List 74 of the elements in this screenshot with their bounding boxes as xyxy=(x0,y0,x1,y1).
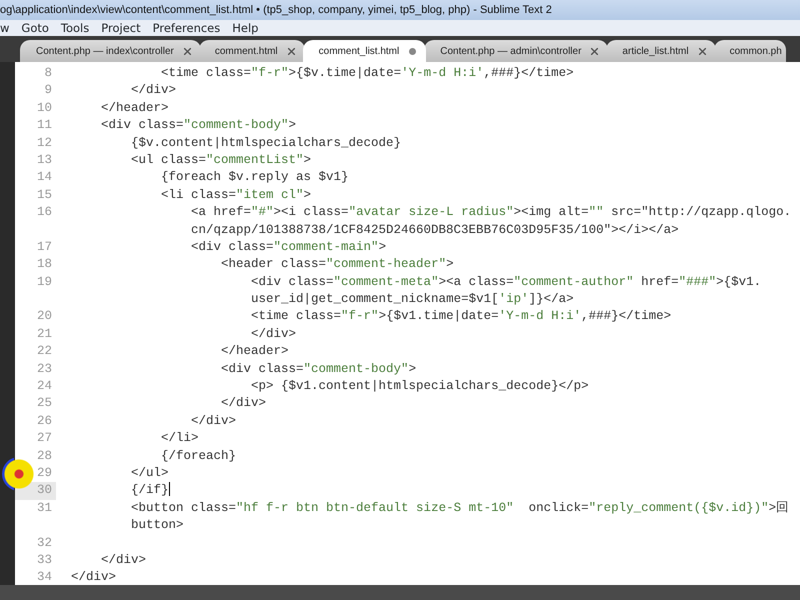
close-icon[interactable] xyxy=(184,45,191,57)
code-line: </header> xyxy=(101,100,169,117)
line-number: 26 xyxy=(36,412,53,430)
line-number: 32 xyxy=(36,534,53,552)
code-line: <li class="item cl"> xyxy=(161,186,312,204)
line-number: 29 xyxy=(36,464,53,482)
menu-item[interactable]: Project xyxy=(101,20,141,36)
code-line: </div> xyxy=(101,552,146,569)
line-number: 28 xyxy=(36,448,53,465)
line-number: 24 xyxy=(36,378,53,396)
line-number: 19 xyxy=(36,274,53,291)
line-number: 33 xyxy=(36,552,53,569)
code-line: </li> xyxy=(161,430,199,448)
line-number: 34 xyxy=(36,569,53,586)
editor-tab[interactable]: Content.php — admin\controller xyxy=(424,40,608,62)
menu-item[interactable]: Help xyxy=(232,20,258,36)
line-number: 21 xyxy=(36,326,53,343)
line-number: 12 xyxy=(36,134,53,152)
code-line: <time class="f-r">{$v1.time|date='Y-m-d H:i',###}</time> xyxy=(251,308,672,326)
line-number: 14 xyxy=(36,169,53,186)
code-line: <div class="comment-main"> xyxy=(191,238,386,256)
line-number: 31 xyxy=(36,500,53,517)
code-line: <button class="hf f-r btn btn-default size-S mt-10" onclick="reply_comment({$v.id})">回 xyxy=(131,500,790,517)
menu-item[interactable]: Goto xyxy=(21,20,49,36)
line-number: 27 xyxy=(36,430,53,448)
line-number: 22 xyxy=(36,343,53,360)
code-line: {$v.content|htmlspecialchars_decode} xyxy=(131,134,402,152)
line-number: 23 xyxy=(36,360,53,378)
close-icon[interactable] xyxy=(591,45,598,57)
code-line: </div> xyxy=(191,412,236,430)
code-line: <div class="comment-body"> xyxy=(221,360,416,378)
code-line: <header class="comment-header"> xyxy=(221,256,454,274)
code-line: <time class="f-r">{$v.time|date='Y-m-d H:i',###}</time> xyxy=(161,65,574,82)
code-line: </div> xyxy=(131,82,176,100)
line-number: 20 xyxy=(36,308,53,326)
code-line: </div> xyxy=(251,326,296,343)
editor-tab[interactable]: comment_list.html xyxy=(302,40,426,62)
code-line: {/if} xyxy=(131,482,169,500)
menu-item[interactable]: Tools xyxy=(60,20,90,36)
code-line: <div class="comment-meta"><a class="comment-author" href="###">{$v1. xyxy=(251,274,762,291)
close-icon[interactable] xyxy=(288,45,295,57)
close-icon[interactable] xyxy=(698,45,706,57)
code-line: </div> xyxy=(221,395,266,412)
line-number: 15 xyxy=(36,186,53,204)
line-number: 9 xyxy=(43,82,53,100)
modified-dot-icon xyxy=(409,48,416,54)
editor-tab[interactable]: Content.php — index\controller xyxy=(20,40,201,62)
code-line: cn/qzapp/101388738/1CF8425D24660DB8C3EBB76C03D95F35/100"></i></a> xyxy=(191,222,679,239)
line-number: 17 xyxy=(36,238,53,256)
code-line: </header> xyxy=(221,343,289,360)
code-line: button> xyxy=(131,517,184,534)
code-line: <ul class="commentList"> xyxy=(131,152,312,169)
code-line: </div> xyxy=(71,569,116,586)
line-number: 11 xyxy=(36,117,53,134)
code-line: <div class="comment-body"> xyxy=(101,117,296,134)
menu-item[interactable]: Preferences xyxy=(152,20,220,36)
code-line: </ul> xyxy=(131,464,169,482)
line-number: 25 xyxy=(36,395,53,412)
code-line: {/foreach} xyxy=(161,448,236,465)
code-line: {foreach $v.reply as $v1} xyxy=(161,169,349,186)
line-number: 8 xyxy=(43,65,53,82)
menu-item[interactable]: w xyxy=(0,20,10,36)
line-number: 13 xyxy=(36,152,53,169)
code-line: <a href="#"><i class="avatar size-L radius"><img alt="" src="http://qzapp.qlogo. xyxy=(191,204,792,222)
line-number: 10 xyxy=(36,100,53,117)
editor-tab[interactable]: comment.html xyxy=(198,40,305,62)
code-line: user_id|get_comment_nickname=$v1['ip']}</a> xyxy=(251,291,574,308)
editor-tab[interactable]: common.ph xyxy=(714,40,786,62)
code-line: <p> {$v1.content|htmlspecialchars_decode}</p> xyxy=(251,378,589,396)
line-number: 18 xyxy=(36,256,53,274)
editor-tab[interactable]: article_list.html xyxy=(606,40,716,62)
text-cursor xyxy=(168,482,170,496)
window-title: og\application\index\view\content\comment_list.html • (tp5_shop, company, yimei, tp5_blog, php) - Sublime Text 2 xyxy=(0,0,800,20)
line-number: 16 xyxy=(36,204,53,222)
